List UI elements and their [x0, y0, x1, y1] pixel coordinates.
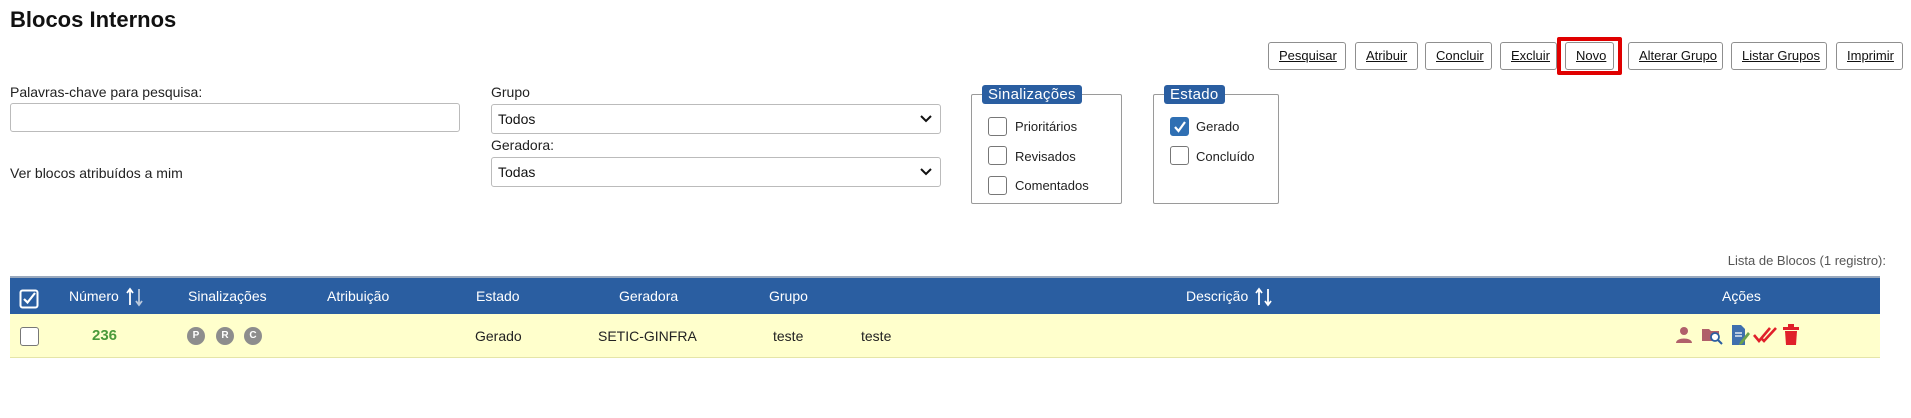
check-icon [1174, 121, 1186, 133]
folder-search-icon[interactable] [1701, 324, 1723, 351]
list-caption: Lista de Blocos (1 registro): [1727, 253, 1886, 268]
row-checkbox[interactable] [20, 327, 39, 346]
header-sinalizacoes: Sinalizações [188, 288, 267, 304]
keywords-input[interactable] [10, 103, 460, 132]
table-row: 236 P R C Gerado SETIC-GINFRA teste test… [10, 314, 1880, 358]
geradora-select[interactable]: Todas [491, 157, 941, 187]
bloco-numero-link[interactable]: 236 [92, 314, 117, 358]
trash-icon[interactable] [1783, 324, 1799, 350]
pesquisar-button[interactable]: Pesquisar [1268, 42, 1346, 70]
concluido-label: Concluído [1196, 149, 1255, 164]
header-grupo: Grupo [769, 288, 808, 304]
concluir-button[interactable]: Concluir [1425, 42, 1492, 70]
geradora-label: Geradora: [491, 137, 555, 153]
row-geradora: SETIC-GINFRA [598, 328, 697, 344]
edit-document-icon[interactable] [1730, 324, 1750, 351]
grupo-select-value: Todos [498, 111, 536, 127]
header-estado: Estado [476, 288, 520, 304]
prioritario-badge-icon[interactable]: P [187, 327, 205, 345]
revisado-badge-icon[interactable]: R [216, 327, 234, 345]
sinalizacoes-fieldset: Sinalizações Prioritários Revisados Come… [971, 85, 1122, 204]
revisados-label: Revisados [1015, 149, 1076, 164]
prioritarios-label: Prioritários [1015, 119, 1078, 134]
header-geradora: Geradora [619, 288, 679, 304]
excluir-button[interactable]: Excluir [1500, 42, 1557, 70]
keywords-label: Palavras-chave para pesquisa: [10, 84, 203, 100]
imprimir-button[interactable]: Imprimir [1836, 42, 1903, 70]
revisados-checkbox[interactable] [988, 146, 1007, 165]
estado-legend: Estado [1164, 85, 1225, 104]
chevron-down-icon [920, 158, 932, 196]
atribuir-button[interactable]: Atribuir [1355, 42, 1418, 70]
header-numero-label: Número [69, 288, 119, 304]
header-atribuicao: Atribuição [327, 288, 390, 304]
comentados-label: Comentados [1015, 178, 1089, 193]
grupo-select[interactable]: Todos [491, 104, 941, 134]
header-numero[interactable]: Número [69, 278, 144, 314]
table-header: Número Sinalizações Atribuição Estado Ge… [10, 276, 1880, 314]
sort-icon[interactable] [1255, 287, 1273, 307]
user-icon[interactable] [1674, 325, 1694, 350]
prioritarios-checkbox[interactable] [988, 117, 1007, 136]
header-descricao-label: Descrição [1186, 288, 1249, 304]
gerado-checkbox[interactable] [1170, 117, 1189, 136]
comentado-badge-icon[interactable]: C [244, 327, 262, 345]
sort-icon[interactable] [125, 287, 144, 307]
estado-fieldset: Estado Gerado Concluído [1153, 85, 1279, 204]
gerado-label: Gerado [1196, 119, 1240, 134]
select-all-icon [19, 289, 39, 309]
chevron-down-icon [920, 105, 932, 143]
page-title: Blocos Internos [10, 7, 177, 32]
concluido-checkbox[interactable] [1170, 146, 1189, 165]
header-descricao[interactable]: Descrição [1186, 278, 1273, 314]
novo-button-highlight [1557, 37, 1622, 75]
row-grupo: teste [773, 328, 804, 344]
alterar-grupo-button[interactable]: Alterar Grupo [1628, 42, 1723, 70]
sinalizacoes-legend: Sinalizações [982, 85, 1082, 104]
geradora-select-value: Todas [498, 164, 536, 180]
listar-grupos-button[interactable]: Listar Grupos [1731, 42, 1827, 70]
header-acoes: Ações [1722, 288, 1761, 304]
ver-blocos-label[interactable]: Ver blocos atribuídos a mim [10, 165, 183, 181]
grupo-label: Grupo [491, 84, 530, 100]
comentados-checkbox[interactable] [988, 176, 1007, 195]
row-descricao: teste [861, 328, 892, 344]
double-check-icon[interactable] [1753, 325, 1779, 350]
row-estado: Gerado [475, 328, 522, 344]
